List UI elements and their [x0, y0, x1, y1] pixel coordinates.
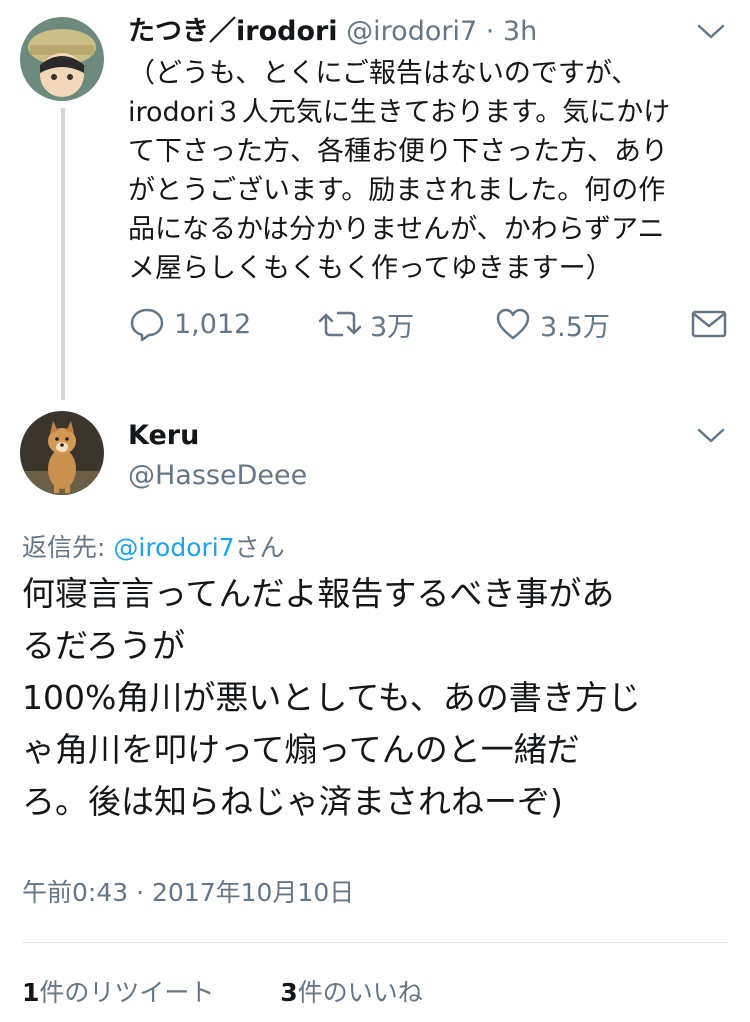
tweet2-display-name[interactable]: Keru [128, 418, 199, 454]
reply-to-line: 返信先: @irodori7さん [22, 531, 285, 565]
tweet2-handle[interactable]: @HasseDeee [128, 458, 307, 494]
thread-line [61, 108, 65, 400]
tweet1-body-line: て下さった方、各種お便り下さった方、あり [128, 136, 668, 167]
tweet2-stats: 1件のリツイート 3件のいいね [22, 976, 423, 1010]
reply-icon [128, 305, 166, 343]
reply-button[interactable]: 1,012 [128, 302, 251, 346]
avatar-keru[interactable] [20, 411, 104, 495]
tweet1-body-line: メ屋らしくもくもく作ってゆきますー） [128, 253, 613, 284]
reply-to-mention[interactable]: @irodori7 [113, 533, 234, 562]
like-count: 3.5万 [540, 311, 610, 343]
tweet2-body-line: るだろうが [22, 626, 186, 665]
tweet1-actions: 1,012 3万 3.5万 [128, 302, 728, 346]
like-button[interactable]: 3.5万 [494, 302, 610, 346]
tweet2-body-line: 100%角川が悪いとしても、あの書き方じ [22, 678, 641, 717]
like-stat[interactable]: 3件のいいね [280, 978, 422, 1007]
tweet1-display-name[interactable]: たつき／irodori [128, 16, 338, 47]
tweet2-body-line: ゃ角川を叩けって煽ってんのと一緒だ [22, 730, 580, 769]
tweet1-separator: · [485, 16, 495, 47]
tweet1-handle[interactable]: @irodori7 [346, 16, 477, 47]
reply-to-prefix: 返信先: [22, 533, 114, 562]
like-stat-count: 3 [280, 978, 298, 1007]
retweet-count: 3万 [370, 311, 415, 343]
divider [22, 942, 728, 943]
heart-icon [494, 305, 532, 343]
retweet-icon [318, 305, 362, 343]
reply-count: 1,012 [174, 308, 252, 340]
tweet1-time[interactable]: 3h [503, 16, 537, 47]
tweet2-menu-chevron-down-icon[interactable] [696, 426, 726, 446]
retweet-button[interactable]: 3万 [318, 302, 414, 346]
tweet2-body: 何寝言言ってんだよ報告するべき事があ るだろうが 100%角川が悪いとしても、あ… [22, 568, 732, 828]
like-stat-label: 件のいいね [297, 978, 423, 1007]
avatar-irodori[interactable] [20, 17, 104, 101]
tweet1-menu-chevron-down-icon[interactable] [696, 22, 726, 42]
tweet1-body-line: がとうございます。励まされました。何の作 [128, 175, 666, 206]
reply-to-suffix: さん [234, 533, 285, 562]
retweet-stat[interactable]: 1件のリツイート [22, 978, 214, 1007]
direct-message-button[interactable] [690, 302, 728, 346]
tweet1-body-line: 品になるかは分かりませんが、かわらずアニ [128, 214, 665, 245]
tweet2-body-line: ろ。後は知らねじゃ済まされねーぞ) [22, 782, 563, 821]
tweet1-body: （どうも、とくにご報告はないのですが、 irodori３人元気に生きております。… [128, 54, 728, 288]
tweet1-body-line: irodori３人元気に生きております。気にかけ [128, 97, 671, 128]
envelope-icon [690, 305, 728, 343]
tweet1-body-line: （どうも、とくにご報告はないのですが、 [128, 58, 639, 89]
tweet1-header: たつき／irodori @irodori7 · 3h [128, 14, 537, 50]
tweet2-body-line: 何寝言言ってんだよ報告するべき事があ [22, 574, 615, 613]
tweet2-timestamp[interactable]: 午前0:43 · 2017年10月10日 [22, 876, 354, 910]
retweet-stat-count: 1 [22, 978, 40, 1007]
retweet-stat-label: 件のリツイート [39, 978, 215, 1007]
